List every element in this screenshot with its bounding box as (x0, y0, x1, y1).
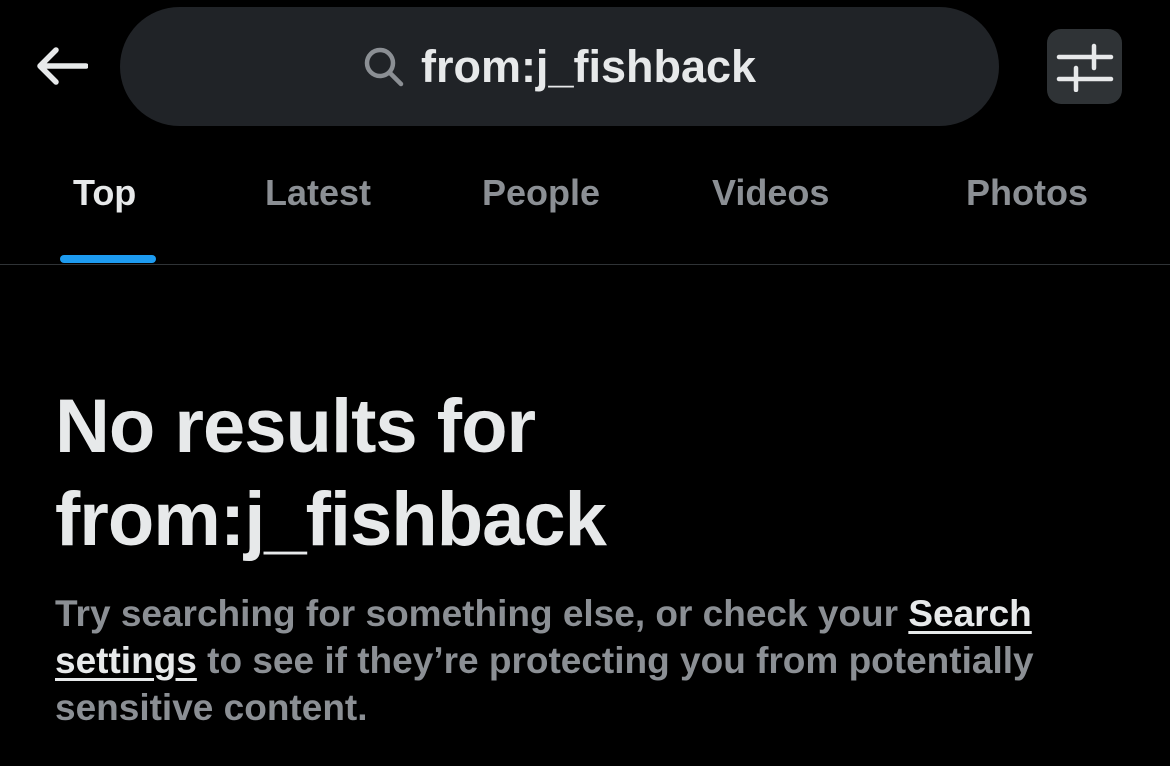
search-tabs: Top Latest People Videos Photos (0, 132, 1170, 264)
empty-state-title-line2: from:j_fishback (55, 477, 607, 562)
empty-state-description: Try searching for something else, or che… (55, 590, 1135, 731)
arrow-left-icon (37, 47, 88, 85)
empty-state-title-line1: No results for (55, 384, 536, 469)
search-icon (364, 47, 404, 86)
back-button[interactable] (30, 40, 92, 92)
active-tab-indicator (60, 255, 156, 263)
tab-videos[interactable]: Videos (712, 172, 829, 214)
tab-latest[interactable]: Latest (265, 172, 371, 214)
search-query: from:j_fishback (420, 40, 757, 92)
tabs-divider (0, 264, 1170, 265)
tab-top[interactable]: Top (73, 172, 136, 214)
empty-state: No results for from:j_fishback Try searc… (55, 380, 1135, 731)
tab-photos[interactable]: Photos (966, 172, 1088, 214)
search-filter-button[interactable] (1047, 29, 1122, 104)
search-input[interactable]: from:j_fishback (120, 7, 999, 126)
sliders-icon (1056, 43, 1113, 92)
empty-state-desc-after: to see if they’re protecting you from po… (55, 640, 1034, 728)
search-header: from:j_fishback (0, 0, 1170, 132)
empty-state-title: No results for from:j_fishback (55, 380, 1135, 566)
tab-people[interactable]: People (482, 172, 600, 214)
empty-state-desc-before: Try searching for something else, or che… (55, 593, 909, 634)
search-results-page: from:j_fishback Top Latest People Videos… (0, 0, 1170, 766)
